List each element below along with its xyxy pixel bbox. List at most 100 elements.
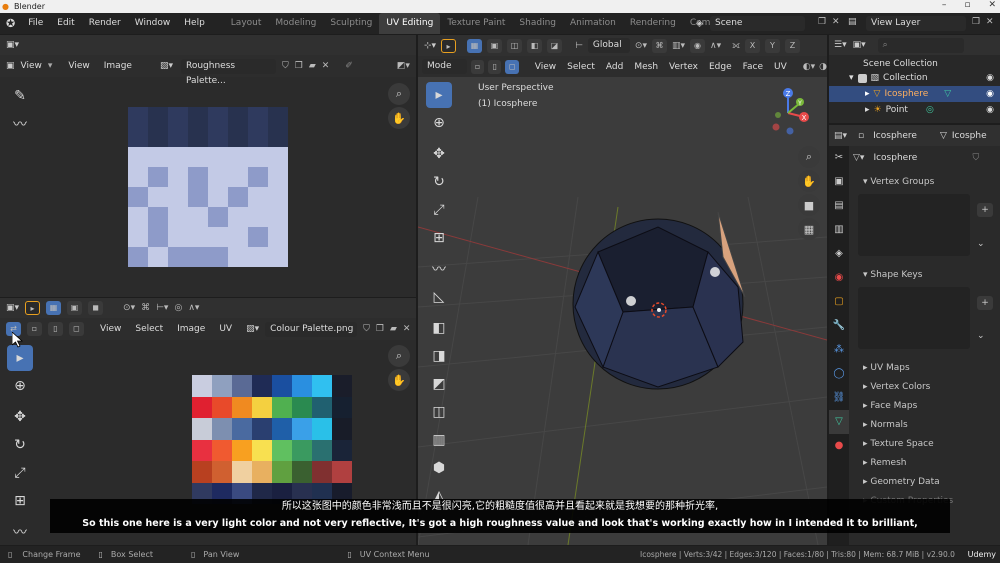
transform-orientation-dropdown[interactable]: Global (587, 38, 630, 53)
outliner-scene-collection[interactable]: Scene Collection (829, 55, 1000, 70)
editor-type-icon[interactable]: ▣▾ (6, 40, 19, 50)
geometry-data-section[interactable]: ▸ Geometry Data (853, 473, 998, 492)
tab-layout[interactable]: Layout (224, 13, 269, 34)
normals-section[interactable]: ▸ Normals (853, 416, 998, 435)
uv-zoom-icon[interactable]: ⌕ (388, 345, 410, 367)
material-tab-icon[interactable]: ● (829, 434, 849, 458)
mirror-z-button[interactable]: Z (784, 38, 800, 53)
vertex-colors-section[interactable]: ▸ Vertex Colors (853, 378, 998, 397)
proportional-edit-icon[interactable]: ◉ (690, 38, 705, 53)
uv-transform-tool-icon[interactable]: ⊞ (7, 488, 33, 514)
output-tab-icon[interactable]: ▤ (829, 194, 849, 218)
viewport-select-menu[interactable]: Select (567, 62, 595, 72)
uv-open-image-icon[interactable]: ▰ (390, 324, 397, 334)
tool-tab-icon[interactable]: ✂ (829, 146, 849, 170)
uv-falloff-icon[interactable]: ∧▾ (188, 303, 199, 313)
tab-animation[interactable]: Animation (563, 13, 623, 34)
uv-annotate-tool-icon[interactable]: 〰 (7, 519, 33, 545)
image-editor-view-menu-2[interactable]: View (68, 61, 89, 71)
outliner-type-icon[interactable]: ☰▾ (834, 40, 847, 50)
colour-palette-image-field[interactable]: Colour Palette.png (265, 321, 358, 337)
expand-icon[interactable]: ▸ (865, 105, 870, 115)
outliner-collection-row[interactable]: ▾ ▧ Collection ◉ (829, 70, 1000, 86)
uv-face-mode-icon[interactable]: ◻ (69, 322, 84, 336)
uv-cursor-tool-icon[interactable]: ⊕ (7, 373, 33, 399)
shape-key-add-button[interactable]: + (977, 296, 993, 310)
view-layer-tab-icon[interactable]: ▥ (829, 218, 849, 242)
editor-view-type-icon[interactable]: ▣ (6, 61, 15, 71)
uv-unlink-image-icon[interactable]: ✕ (403, 324, 411, 334)
outliner-display-mode-icon[interactable]: ▣▾ (853, 40, 866, 50)
eye-icon[interactable]: ◉ (986, 89, 994, 99)
scene-icon[interactable]: ◈ (696, 19, 703, 29)
uv-new-image-icon[interactable]: ❐ (376, 324, 384, 334)
tab-sculpting[interactable]: Sculpting (323, 13, 379, 34)
viewport-add-menu[interactable]: Add (606, 62, 623, 72)
modifier-tab-icon[interactable]: 🔧 (829, 314, 849, 338)
select-mode-intersect-icon[interactable]: ◪ (547, 38, 563, 53)
ortho-toggle-icon[interactable]: ▦ (798, 218, 820, 240)
pivot-icon[interactable]: ⊙▾ (635, 41, 647, 51)
uv-view-menu[interactable]: View (100, 324, 121, 334)
uv-select-menu[interactable]: Select (135, 324, 163, 334)
uv-image-browse-icon[interactable]: ▨▾ (246, 324, 259, 334)
interaction-mode-dropdown[interactable]: Mode (422, 59, 467, 74)
uv-select-mode-icon[interactable]: ▦ (46, 301, 62, 315)
outliner-icosphere-row[interactable]: ▸ ▽ Icosphere ▽ ◉ (829, 86, 1000, 102)
blender-menu-icon[interactable]: ✪ (0, 17, 21, 30)
rotate-tool-icon[interactable]: ↻ (426, 169, 452, 195)
shape-key-menu-chevron-icon[interactable]: ⌄ (977, 331, 985, 341)
viewport-view-menu[interactable]: View (535, 62, 556, 72)
snap-icon[interactable]: ⌘ (651, 38, 667, 53)
minimize-icon[interactable]: – (942, 0, 947, 10)
camera-view-icon[interactable]: ■ (798, 194, 820, 216)
object-tab-icon[interactable]: ▢ (829, 290, 849, 314)
menu-window[interactable]: Window (128, 13, 178, 34)
uv-snap-icon[interactable]: ⌘ (141, 303, 150, 313)
uv-pan-icon[interactable]: ✋ (388, 369, 410, 391)
fake-user-shield-icon[interactable]: ⛉ (282, 61, 289, 71)
navigation-gizmo[interactable]: Z X Y (768, 85, 818, 140)
mesh-datablock-icon[interactable]: ▽▾ (853, 153, 864, 163)
menu-file[interactable]: File (21, 13, 50, 34)
extrude-tool-icon[interactable]: ◨ (426, 343, 452, 369)
outliner-search-input[interactable]: ⌕ (877, 37, 964, 53)
scale-tool-icon[interactable]: ⤢ (426, 197, 452, 223)
properties-type-icon[interactable]: ▤▾ (834, 131, 847, 141)
bevel-tool-icon[interactable]: ◫ (426, 399, 452, 425)
face-select-mode-icon[interactable]: ◻ (505, 59, 519, 74)
uv-uv-menu[interactable]: UV (219, 324, 232, 334)
tab-modeling[interactable]: Modeling (268, 13, 323, 34)
uv-editor-type-icon[interactable]: ▣▾ (6, 303, 19, 313)
render-tab-icon[interactable]: ▣ (829, 170, 849, 194)
image-browse-icon[interactable]: ▨▾ (160, 61, 173, 71)
data-tab-icon[interactable]: ▽ (829, 410, 849, 434)
pan-hand-icon[interactable]: ✋ (388, 107, 410, 129)
unlink-image-icon[interactable]: ✕ (322, 61, 330, 71)
select-box-tool-icon[interactable]: ▸ (426, 82, 452, 108)
scene-copy-icon[interactable]: ❐ (818, 17, 826, 27)
uv-maps-section[interactable]: ▸ UV Maps (853, 359, 998, 378)
uv-select-tool-icon[interactable]: ▸ (25, 301, 41, 315)
scene-close-icon[interactable]: ✕ (832, 17, 840, 27)
collapse-icon[interactable]: ▾ (849, 73, 854, 83)
uv-fake-user-icon[interactable]: ⛉ (363, 324, 370, 334)
tab-rendering[interactable]: Rendering (623, 13, 683, 34)
roughness-image-field[interactable]: Roughness Palette... (180, 58, 276, 86)
shape-keys-list[interactable] (858, 287, 970, 349)
pin-icon[interactable]: ✐ (345, 61, 353, 71)
falloff-icon[interactable]: ∧▾ (710, 41, 721, 51)
viewport-shading-icon[interactable]: ◑ (819, 62, 827, 72)
uv-vertex-mode-icon[interactable]: ▫ (27, 322, 42, 336)
mesh-name-field[interactable]: Icosphere (868, 150, 969, 166)
viewport-overlay-icon[interactable]: ◐▾ (803, 62, 815, 72)
mesh-fake-user-icon[interactable]: ⛉ (972, 153, 979, 163)
viewport-vertex-menu[interactable]: Vertex (669, 62, 698, 72)
scene-field[interactable]: Scene (710, 16, 805, 31)
tab-uv-editing[interactable]: UV Editing (379, 13, 441, 34)
poly-build-tool-icon[interactable]: ⬢ (426, 455, 452, 481)
select-mode-extend-icon[interactable]: ▣ (487, 38, 503, 53)
menu-render[interactable]: Render (82, 13, 128, 34)
viewport-mesh-menu[interactable]: Mesh (634, 62, 658, 72)
measure-tool-icon[interactable]: ◺ (426, 284, 452, 310)
